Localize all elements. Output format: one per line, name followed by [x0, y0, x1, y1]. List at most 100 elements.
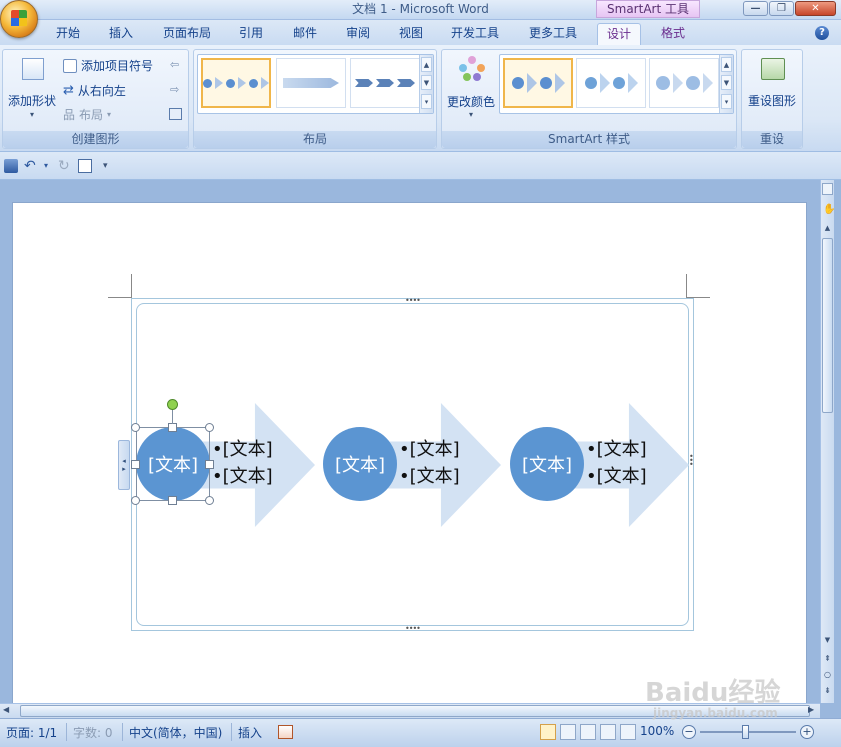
scroll-left-icon[interactable]: ◀	[3, 705, 9, 714]
bullet-3-1[interactable]: •[文本]	[586, 437, 647, 463]
bullet-2-1[interactable]: •[文本]	[399, 437, 460, 463]
layout-thumb-2[interactable]	[276, 58, 346, 108]
ruler-toggle-icon[interactable]	[822, 183, 833, 195]
zoom-level[interactable]: 100%	[640, 724, 674, 738]
layout-button[interactable]: 品 布局 ▾	[63, 106, 111, 123]
rotation-handle-icon[interactable]	[167, 399, 178, 410]
org-chart-icon: 品	[63, 108, 76, 122]
tab-developer[interactable]: 开发工具	[444, 23, 506, 45]
zoom-slider-thumb[interactable]	[742, 725, 749, 739]
tab-insert[interactable]: 插入	[100, 23, 142, 45]
word-count[interactable]: 字数: 0	[73, 724, 113, 741]
bullet-2-2[interactable]: •[文本]	[399, 464, 460, 490]
add-shape-button[interactable]: 添加形状 ▾	[8, 54, 56, 124]
thumb-dot	[655, 76, 670, 90]
tab-page-layout[interactable]: 页面布局	[156, 23, 218, 45]
change-colors-button[interactable]: 更改颜色 ▾	[445, 52, 497, 130]
scroll-up-icon[interactable]: ▲	[822, 224, 833, 236]
gallery-up-icon[interactable]: ▲	[421, 57, 432, 72]
tab-format[interactable]: 格式	[651, 23, 695, 45]
style-thumb-3[interactable]	[649, 58, 719, 108]
gallery-more-icon[interactable]: ▾	[721, 94, 732, 109]
language-indicator[interactable]: 中文(简体，中国)	[129, 724, 222, 741]
bullet-1-2[interactable]: •[文本]	[212, 464, 273, 490]
save-icon[interactable]	[4, 159, 18, 173]
tab-more-tools[interactable]: 更多工具	[520, 23, 586, 45]
print-layout-view-icon[interactable]	[540, 724, 556, 740]
reset-graphic-icon	[761, 58, 785, 80]
close-button[interactable]: ✕	[795, 1, 836, 16]
watermark-url: jingyan.baidu.com	[653, 706, 778, 720]
macro-record-icon[interactable]	[278, 725, 293, 739]
zoom-in-icon[interactable]: +	[800, 725, 814, 739]
selection-handle[interactable]	[131, 460, 140, 469]
gallery-up-icon[interactable]: ▲	[721, 57, 732, 72]
right-to-left-button[interactable]: ⇄ 从右向左	[63, 82, 126, 99]
tab-home[interactable]: 开始	[48, 23, 88, 45]
layout-thumb-1[interactable]	[201, 58, 271, 108]
text-pane-toggle-icon[interactable]: ◂ ▸	[118, 440, 130, 490]
tab-design[interactable]: 设计	[597, 23, 641, 45]
full-screen-reading-icon[interactable]	[560, 724, 576, 740]
tab-view[interactable]: 视图	[390, 23, 432, 45]
promote-icon[interactable]: ⇦	[170, 58, 179, 71]
undo-dropdown-icon[interactable]: ▾	[44, 159, 52, 173]
style-thumb-2[interactable]	[576, 58, 646, 108]
selection-handle[interactable]	[168, 496, 177, 505]
bullet-text: [文本]	[596, 466, 647, 487]
demote-icon[interactable]: ⇨	[170, 83, 179, 96]
selection-handle[interactable]	[131, 423, 140, 432]
resize-handle-right-icon[interactable]: • • •	[689, 453, 695, 469]
tab-review[interactable]: 审阅	[337, 23, 379, 45]
window-controls: — ❐ ✕	[743, 1, 836, 16]
prev-page-icon[interactable]: ⇞	[822, 654, 833, 663]
vertical-scrollbar[interactable]: ✋ ▲ ▼ ⇞ ○ ⇟	[820, 180, 835, 703]
web-layout-icon[interactable]	[580, 724, 596, 740]
customize-qat-icon[interactable]: ▾	[103, 159, 117, 173]
tab-references[interactable]: 引用	[230, 23, 272, 45]
bullet-3-2[interactable]: •[文本]	[586, 464, 647, 490]
help-icon[interactable]: ?	[815, 26, 829, 40]
layout-thumb-3[interactable]	[350, 58, 420, 108]
thumb-arrow	[261, 77, 269, 89]
selection-handle[interactable]	[205, 496, 214, 505]
styles-gallery: ▲ ▼ ▾	[499, 54, 734, 114]
restore-button[interactable]: ❐	[769, 1, 794, 16]
selection-handle[interactable]	[131, 496, 140, 505]
selection-handle[interactable]	[205, 423, 214, 432]
add-shape-dropdown-icon: ▾	[30, 110, 35, 119]
browse-object-icon[interactable]: ○	[822, 670, 833, 679]
resize-handle-bottom-icon[interactable]: ••••	[405, 624, 421, 633]
draft-view-icon[interactable]	[620, 724, 636, 740]
redo-icon[interactable]: ↻	[58, 159, 72, 173]
resize-handle-top-icon[interactable]: ••••	[405, 296, 421, 305]
print-preview-icon[interactable]	[78, 159, 92, 173]
thumb-arrow	[672, 73, 683, 93]
selection-handle[interactable]	[205, 460, 214, 469]
undo-icon[interactable]: ↶	[24, 159, 38, 173]
zoom-out-icon[interactable]: −	[682, 725, 696, 739]
bullet-text: [文本]	[596, 439, 647, 460]
add-bullet-button[interactable]: 添加项目符号	[63, 57, 153, 74]
reset-graphic-button[interactable]: 重设图形	[744, 52, 802, 130]
crop-mark	[686, 274, 687, 298]
next-page-icon[interactable]: ⇟	[822, 686, 833, 695]
selection-handle[interactable]	[168, 423, 177, 432]
tab-mailings[interactable]: 邮件	[284, 23, 326, 45]
process-circle-2[interactable]: [文本]	[323, 427, 397, 501]
scroll-right-icon[interactable]: ▶	[808, 705, 814, 714]
bullet-1-1[interactable]: •[文本]	[212, 437, 273, 463]
vertical-scroll-thumb[interactable]	[822, 238, 833, 413]
style-thumb-1[interactable]	[503, 58, 573, 108]
scroll-down-icon[interactable]: ▼	[822, 636, 833, 644]
gallery-down-icon[interactable]: ▼	[721, 75, 732, 90]
gallery-more-icon[interactable]: ▾	[421, 94, 432, 109]
text-pane-icon[interactable]	[169, 108, 182, 120]
process-circle-3[interactable]: [文本]	[510, 427, 584, 501]
minimize-button[interactable]: —	[743, 1, 768, 16]
insert-mode[interactable]: 插入	[238, 724, 262, 741]
page-count[interactable]: 页面: 1/1	[6, 724, 57, 741]
pan-hand-icon[interactable]: ✋	[823, 204, 835, 215]
gallery-down-icon[interactable]: ▼	[421, 75, 432, 90]
outline-view-icon[interactable]	[600, 724, 616, 740]
